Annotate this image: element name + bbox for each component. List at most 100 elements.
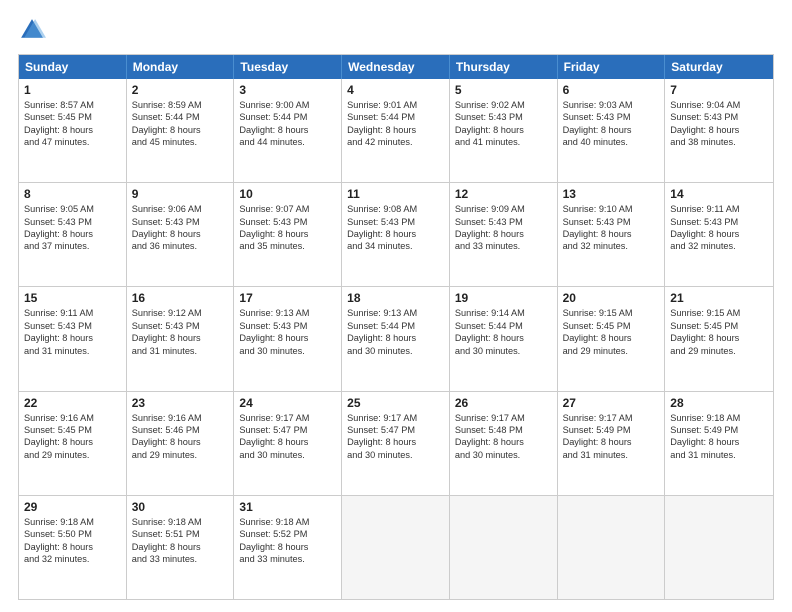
sunrise-text: Sunrise: 8:59 AM [132, 99, 229, 111]
day-number: 30 [132, 500, 229, 514]
sunrise-text: Sunrise: 9:11 AM [670, 203, 768, 215]
daylight-text: Daylight: 8 hours [24, 436, 121, 448]
sunrise-text: Sunrise: 9:07 AM [239, 203, 336, 215]
daylight-minutes: and 42 minutes. [347, 136, 444, 148]
sunrise-text: Sunrise: 9:11 AM [24, 307, 121, 319]
day-number: 31 [239, 500, 336, 514]
header [18, 16, 774, 44]
day-cell-27: 27 Sunrise: 9:17 AM Sunset: 5:49 PM Dayl… [558, 392, 666, 495]
daylight-minutes: and 34 minutes. [347, 240, 444, 252]
sunrise-text: Sunrise: 9:18 AM [670, 412, 768, 424]
sunrise-text: Sunrise: 9:17 AM [563, 412, 660, 424]
sunset-text: Sunset: 5:48 PM [455, 424, 552, 436]
daylight-minutes: and 31 minutes. [563, 449, 660, 461]
daylight-minutes: and 37 minutes. [24, 240, 121, 252]
day-number: 15 [24, 291, 121, 305]
day-number: 1 [24, 83, 121, 97]
daylight-text: Daylight: 8 hours [563, 228, 660, 240]
day-number: 25 [347, 396, 444, 410]
sunrise-text: Sunrise: 9:13 AM [347, 307, 444, 319]
sunset-text: Sunset: 5:43 PM [455, 111, 552, 123]
sunrise-text: Sunrise: 9:16 AM [132, 412, 229, 424]
sunrise-text: Sunrise: 9:12 AM [132, 307, 229, 319]
daylight-minutes: and 47 minutes. [24, 136, 121, 148]
sunrise-text: Sunrise: 9:06 AM [132, 203, 229, 215]
day-number: 6 [563, 83, 660, 97]
day-number: 13 [563, 187, 660, 201]
sunrise-text: Sunrise: 9:04 AM [670, 99, 768, 111]
sunset-text: Sunset: 5:43 PM [455, 216, 552, 228]
sunrise-text: Sunrise: 9:02 AM [455, 99, 552, 111]
sunset-text: Sunset: 5:46 PM [132, 424, 229, 436]
day-cell-31: 31 Sunrise: 9:18 AM Sunset: 5:52 PM Dayl… [234, 496, 342, 599]
day-number: 9 [132, 187, 229, 201]
empty-cell-w4-c4 [450, 496, 558, 599]
daylight-text: Daylight: 8 hours [347, 228, 444, 240]
day-cell-16: 16 Sunrise: 9:12 AM Sunset: 5:43 PM Dayl… [127, 287, 235, 390]
daylight-text: Daylight: 8 hours [132, 228, 229, 240]
daylight-minutes: and 32 minutes. [24, 553, 121, 565]
day-number: 23 [132, 396, 229, 410]
day-cell-28: 28 Sunrise: 9:18 AM Sunset: 5:49 PM Dayl… [665, 392, 773, 495]
sunset-text: Sunset: 5:45 PM [563, 320, 660, 332]
daylight-minutes: and 30 minutes. [239, 345, 336, 357]
daylight-minutes: and 45 minutes. [132, 136, 229, 148]
daylight-text: Daylight: 8 hours [563, 436, 660, 448]
sunset-text: Sunset: 5:47 PM [239, 424, 336, 436]
week-row-4: 22 Sunrise: 9:16 AM Sunset: 5:45 PM Dayl… [19, 392, 773, 496]
day-cell-17: 17 Sunrise: 9:13 AM Sunset: 5:43 PM Dayl… [234, 287, 342, 390]
day-number: 20 [563, 291, 660, 305]
daylight-minutes: and 30 minutes. [347, 345, 444, 357]
day-cell-11: 11 Sunrise: 9:08 AM Sunset: 5:43 PM Dayl… [342, 183, 450, 286]
day-number: 22 [24, 396, 121, 410]
daylight-minutes: and 31 minutes. [670, 449, 768, 461]
day-number: 29 [24, 500, 121, 514]
daylight-minutes: and 33 minutes. [455, 240, 552, 252]
sunrise-text: Sunrise: 9:17 AM [347, 412, 444, 424]
daylight-text: Daylight: 8 hours [239, 436, 336, 448]
day-number: 16 [132, 291, 229, 305]
daylight-text: Daylight: 8 hours [455, 436, 552, 448]
day-number: 5 [455, 83, 552, 97]
daylight-minutes: and 31 minutes. [24, 345, 121, 357]
week-row-3: 15 Sunrise: 9:11 AM Sunset: 5:43 PM Dayl… [19, 287, 773, 391]
day-number: 2 [132, 83, 229, 97]
daylight-minutes: and 29 minutes. [670, 345, 768, 357]
empty-cell-w4-c5 [558, 496, 666, 599]
daylight-minutes: and 41 minutes. [455, 136, 552, 148]
sunset-text: Sunset: 5:44 PM [347, 111, 444, 123]
header-tuesday: Tuesday [234, 55, 342, 79]
sunrise-text: Sunrise: 9:05 AM [24, 203, 121, 215]
header-friday: Friday [558, 55, 666, 79]
sunset-text: Sunset: 5:43 PM [132, 216, 229, 228]
sunset-text: Sunset: 5:45 PM [24, 111, 121, 123]
day-number: 14 [670, 187, 768, 201]
daylight-minutes: and 29 minutes. [132, 449, 229, 461]
day-cell-30: 30 Sunrise: 9:18 AM Sunset: 5:51 PM Dayl… [127, 496, 235, 599]
daylight-minutes: and 33 minutes. [239, 553, 336, 565]
sunrise-text: Sunrise: 9:17 AM [239, 412, 336, 424]
day-cell-8: 8 Sunrise: 9:05 AM Sunset: 5:43 PM Dayli… [19, 183, 127, 286]
sunset-text: Sunset: 5:44 PM [455, 320, 552, 332]
week-row-2: 8 Sunrise: 9:05 AM Sunset: 5:43 PM Dayli… [19, 183, 773, 287]
daylight-text: Daylight: 8 hours [132, 332, 229, 344]
day-number: 27 [563, 396, 660, 410]
daylight-minutes: and 40 minutes. [563, 136, 660, 148]
daylight-minutes: and 35 minutes. [239, 240, 336, 252]
day-cell-29: 29 Sunrise: 9:18 AM Sunset: 5:50 PM Dayl… [19, 496, 127, 599]
sunrise-text: Sunrise: 9:16 AM [24, 412, 121, 424]
daylight-text: Daylight: 8 hours [24, 332, 121, 344]
sunrise-text: Sunrise: 9:18 AM [132, 516, 229, 528]
sunrise-text: Sunrise: 9:17 AM [455, 412, 552, 424]
day-number: 3 [239, 83, 336, 97]
daylight-text: Daylight: 8 hours [347, 124, 444, 136]
daylight-minutes: and 29 minutes. [563, 345, 660, 357]
calendar: Sunday Monday Tuesday Wednesday Thursday… [18, 54, 774, 600]
day-cell-15: 15 Sunrise: 9:11 AM Sunset: 5:43 PM Dayl… [19, 287, 127, 390]
day-number: 8 [24, 187, 121, 201]
sunrise-text: Sunrise: 9:13 AM [239, 307, 336, 319]
daylight-text: Daylight: 8 hours [347, 332, 444, 344]
logo-icon [18, 16, 46, 44]
day-cell-6: 6 Sunrise: 9:03 AM Sunset: 5:43 PM Dayli… [558, 79, 666, 182]
day-cell-18: 18 Sunrise: 9:13 AM Sunset: 5:44 PM Dayl… [342, 287, 450, 390]
